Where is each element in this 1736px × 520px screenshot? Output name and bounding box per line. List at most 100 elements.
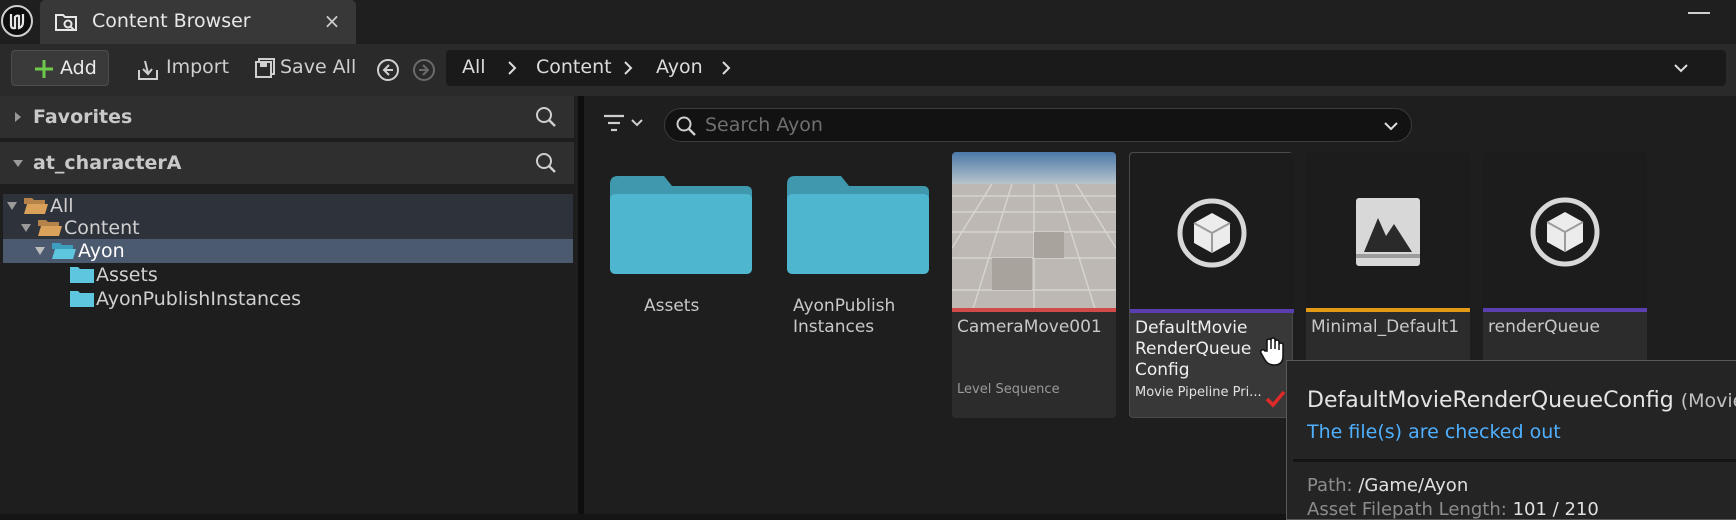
level-map-icon [1352, 196, 1424, 268]
caret-down-icon[interactable] [6, 201, 18, 211]
asset-tile-renderqueue[interactable]: renderQueue [1483, 152, 1647, 368]
plus-icon [32, 57, 56, 81]
tooltip-divider [1293, 459, 1736, 462]
tree-item-all[interactable]: All [3, 194, 573, 218]
asset-name: DefaultMovie RenderQueue Config [1135, 318, 1252, 380]
tooltip-path-row: Path: /Game/Ayon [1307, 475, 1468, 496]
tab-label: Content Browser [92, 10, 251, 32]
breadcrumb-all[interactable]: All [462, 56, 486, 78]
tooltip-length-row: Asset Filepath Length: 101 / 210 [1307, 499, 1599, 520]
open-folder-icon [37, 218, 63, 238]
filter-icon [604, 114, 643, 132]
sources-panel: Favorites at_characterA All Content Ayon… [0, 96, 578, 514]
search-icon[interactable] [534, 105, 558, 129]
tree-item-assets[interactable]: Assets [3, 263, 573, 287]
project-title: at_characterA [33, 152, 182, 174]
tree-item-label: AyonPublishInstances [96, 288, 302, 310]
close-tab-button[interactable]: × [318, 9, 346, 33]
caret-down-icon[interactable] [34, 246, 46, 256]
tooltip-asset-name: DefaultMovieRenderQueueConfig [1307, 388, 1674, 413]
tree-item-label: All [50, 195, 74, 217]
tree-item-label: Assets [96, 264, 158, 286]
tree-item-content[interactable]: Content [3, 216, 573, 240]
add-button[interactable]: Add [11, 50, 109, 86]
asset-name: CameraMove001 [957, 317, 1102, 337]
chevron-down-icon[interactable] [1672, 60, 1690, 76]
folder-icon [787, 176, 929, 274]
asset-tile-minimal-default1[interactable]: Minimal_Default1 [1306, 152, 1470, 368]
content-browser-icon [54, 10, 78, 34]
toolbar: Add Import Save All All Content Ayon [0, 44, 1736, 96]
asset-type-color-bar [1306, 308, 1470, 312]
chevron-right-icon[interactable] [504, 60, 520, 76]
save-all-label: Save All [280, 56, 357, 78]
asset-tile-defaultmovierenderqueueconfig[interactable]: DefaultMovie RenderQueue Config Movie Pi… [1129, 152, 1294, 418]
asset-thumbnail [1483, 152, 1647, 312]
asset-type-color-bar [1130, 309, 1294, 313]
chevron-right-icon[interactable] [620, 60, 636, 76]
asset-thumbnail [1306, 152, 1470, 312]
asset-name: renderQueue [1488, 317, 1600, 337]
minimize-window-button[interactable] [1688, 12, 1710, 14]
search-icon [675, 115, 697, 137]
level-sequence-thumbnail [952, 152, 1116, 312]
tooltip-status: The file(s) are checked out [1307, 421, 1561, 443]
tab-content-browser[interactable]: Content Browser × [40, 0, 356, 44]
tooltip-asset-type: (Movie [1680, 390, 1736, 412]
favorites-section-header[interactable]: Favorites [0, 96, 574, 138]
asset-type-label: Movie Pipeline Pri... [1135, 385, 1262, 400]
project-section-header[interactable]: at_characterA [0, 142, 574, 184]
tooltip-title: DefaultMovieRenderQueueConfig (Movie [1307, 388, 1736, 413]
caret-down-icon[interactable] [20, 223, 32, 233]
filepath-length-value: 101 / 210 [1512, 499, 1599, 520]
search-box[interactable] [664, 108, 1412, 142]
tree-item-label: Ayon [78, 240, 125, 262]
open-folder-icon [23, 196, 49, 216]
blueprint-class-icon [1176, 197, 1248, 269]
asset-name: Minimal_Default1 [1311, 317, 1460, 337]
asset-name: Assets [644, 296, 700, 316]
folder-tree: All Content Ayon Assets AyonPublishInsta… [0, 194, 574, 514]
forward-arrow-icon[interactable] [412, 58, 436, 82]
hand-cursor-icon [1258, 337, 1286, 367]
folder-tile-ayonpublishinstances[interactable]: AyonPublish Instances [783, 170, 933, 370]
checked-out-check-icon [1264, 388, 1286, 410]
asset-name: AyonPublish Instances [793, 296, 896, 337]
search-icon[interactable] [534, 151, 558, 175]
path-key: Path: [1307, 475, 1353, 496]
breadcrumb: All Content Ayon [446, 50, 1726, 86]
folder-icon [610, 176, 752, 274]
import-button[interactable]: Import [134, 50, 234, 86]
asset-type-color-bar [1483, 308, 1647, 312]
filepath-length-key: Asset Filepath Length: [1307, 499, 1507, 520]
unreal-logo-icon[interactable] [0, 4, 34, 38]
asset-tile-cameramove001[interactable]: CameraMove001 Level Sequence [952, 152, 1116, 418]
asset-type-label: Level Sequence [957, 382, 1060, 397]
asset-tooltip: DefaultMovieRenderQueueConfig (Movie The… [1286, 360, 1736, 520]
save-icon [254, 57, 276, 79]
path-value: /Game/Ayon [1358, 475, 1469, 496]
asset-thumbnail [1130, 153, 1294, 313]
filter-button[interactable] [602, 110, 650, 136]
add-label: Add [60, 57, 97, 79]
import-label: Import [166, 56, 230, 78]
back-arrow-icon[interactable] [376, 58, 400, 82]
folder-tile-assets[interactable]: Assets [606, 170, 756, 370]
tree-item-label: Content [64, 217, 140, 239]
open-folder-icon [51, 241, 77, 261]
search-input[interactable] [705, 112, 1355, 138]
caret-down-icon[interactable] [12, 157, 24, 169]
breadcrumb-content[interactable]: Content [536, 56, 612, 78]
favorites-title: Favorites [33, 106, 133, 128]
blueprint-class-icon [1529, 196, 1601, 268]
folder-icon [69, 265, 95, 285]
tree-item-ayon[interactable]: Ayon [3, 239, 573, 263]
import-icon [136, 58, 160, 82]
tree-item-ayonpublishinstances[interactable]: AyonPublishInstances [3, 287, 573, 311]
caret-right-icon[interactable] [12, 111, 24, 123]
folder-icon [69, 289, 95, 309]
save-all-button[interactable]: Save All [252, 50, 362, 86]
breadcrumb-ayon[interactable]: Ayon [656, 56, 703, 78]
chevron-down-icon[interactable] [1383, 119, 1399, 133]
chevron-right-icon[interactable] [718, 60, 734, 76]
